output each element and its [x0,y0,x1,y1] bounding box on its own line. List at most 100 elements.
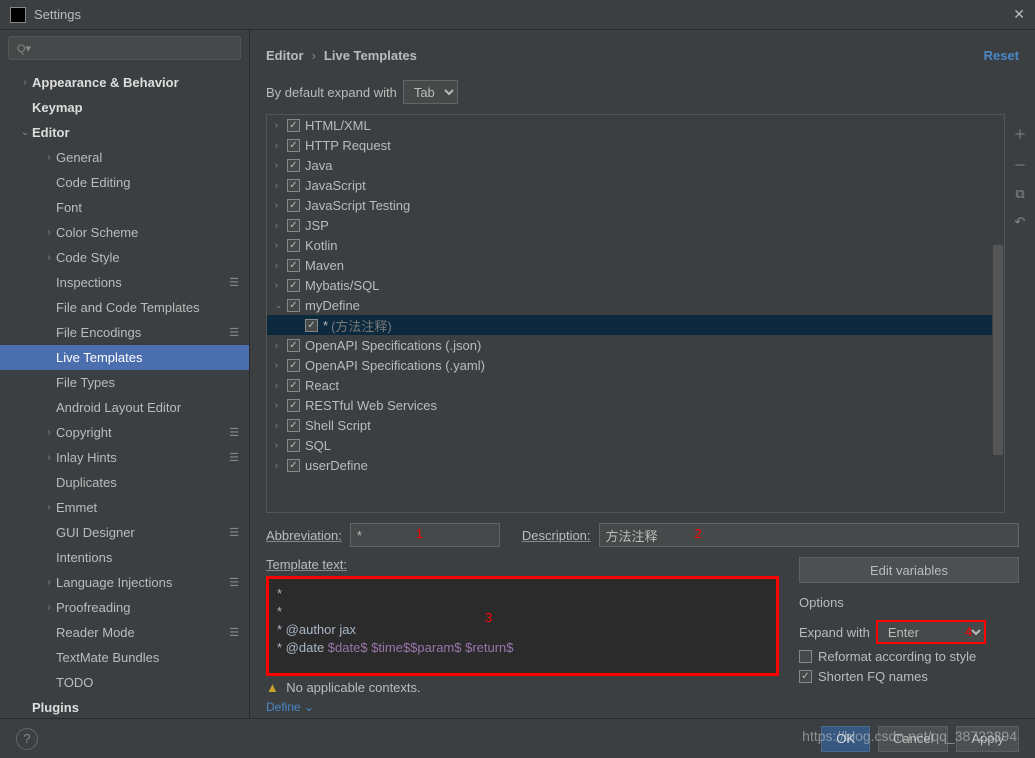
reset-link[interactable]: Reset [984,48,1019,63]
abbreviation-input[interactable] [350,523,500,547]
cancel-button[interactable]: Cancel [878,726,948,752]
template-node[interactable]: ›✓Maven [267,255,1004,275]
edit-variables-button[interactable]: Edit variables [799,557,1019,583]
reformat-checkbox[interactable] [799,650,812,663]
template-checkbox[interactable]: ✓ [287,279,300,292]
expand-with-select[interactable]: Enter [876,620,986,644]
sidebar-item-copyright[interactable]: ›Copyright☰ [0,420,249,445]
template-checkbox[interactable]: ✓ [287,159,300,172]
undo-icon[interactable]: ↶ [1015,214,1026,230]
template-node[interactable]: ›✓JavaScript [267,175,1004,195]
sidebar-item-general[interactable]: ›General [0,145,249,170]
template-checkbox[interactable]: ✓ [287,239,300,252]
code-line: * [277,585,768,603]
template-checkbox[interactable]: ✓ [287,199,300,212]
sidebar-item-todo[interactable]: TODO [0,670,249,695]
template-node[interactable]: ›✓HTTP Request [267,135,1004,155]
shorten-fq-checkbox[interactable]: ✓ [799,670,812,683]
add-icon[interactable]: ＋ [1013,124,1026,143]
sidebar-item-label: Code Editing [56,175,130,190]
sidebar-item-file-encodings[interactable]: File Encodings☰ [0,320,249,345]
template-label: JavaScript Testing [305,198,410,213]
sidebar-item-label: File and Code Templates [56,300,200,315]
chevron-icon: › [42,427,56,438]
sidebar-item-label: Plugins [32,700,79,715]
template-label: OpenAPI Specifications (.yaml) [305,358,485,373]
template-node[interactable]: ›✓RESTful Web Services [267,395,1004,415]
template-checkbox[interactable]: ✓ [287,399,300,412]
sidebar-item-gui-designer[interactable]: GUI Designer☰ [0,520,249,545]
template-node[interactable]: ›✓HTML/XML [267,115,1004,135]
template-checkbox[interactable]: ✓ [287,459,300,472]
sidebar-item-plugins[interactable]: Plugins [0,695,249,718]
description-input[interactable] [599,523,1019,547]
template-checkbox[interactable]: ✓ [287,379,300,392]
template-node[interactable]: ›✓Shell Script [267,415,1004,435]
sidebar-item-label: Keymap [32,100,83,115]
template-node[interactable]: ✓*(方法注释) [267,315,1004,335]
settings-tree: ›Appearance & Behavior Keymap ⌄Editor›Gene… [0,66,249,718]
template-node[interactable]: ›✓Mybatis/SQL [267,275,1004,295]
sidebar-item-intentions[interactable]: Intentions [0,545,249,570]
ok-button[interactable]: OK [821,726,870,752]
sidebar-item-code-style[interactable]: ›Code Style [0,245,249,270]
copy-icon[interactable]: ⧉ [1015,186,1024,202]
template-node[interactable]: ›✓React [267,375,1004,395]
template-checkbox[interactable]: ✓ [287,259,300,272]
template-node[interactable]: ›✓SQL [267,435,1004,455]
warning-icon: ▲ [266,680,279,695]
sidebar-item-emmet[interactable]: ›Emmet [0,495,249,520]
sidebar-item-appearance-behavior[interactable]: ›Appearance & Behavior [0,70,249,95]
scrollbar[interactable] [992,115,1004,512]
default-expand-select[interactable]: Tab [403,80,458,104]
template-label: Mybatis/SQL [305,278,379,293]
close-icon[interactable]: ✕ [1013,6,1025,23]
sidebar-item-file-types[interactable]: File Types [0,370,249,395]
sidebar-item-duplicates[interactable]: Duplicates [0,470,249,495]
search-input[interactable]: Q▾ [8,36,241,60]
sidebar-item-inlay-hints[interactable]: ›Inlay Hints☰ [0,445,249,470]
sidebar-item-language-injections[interactable]: ›Language Injections☰ [0,570,249,595]
template-node[interactable]: ›✓userDefine [267,455,1004,475]
template-node[interactable]: ›✓OpenAPI Specifications (.yaml) [267,355,1004,375]
apply-button[interactable]: Apply [956,726,1019,752]
sidebar-item-live-templates[interactable]: Live Templates [0,345,249,370]
sidebar-item-reader-mode[interactable]: Reader Mode☰ [0,620,249,645]
template-checkbox[interactable]: ✓ [287,139,300,152]
sidebar-item-android-layout-editor[interactable]: Android Layout Editor [0,395,249,420]
template-checkbox[interactable]: ✓ [287,339,300,352]
sidebar-item-label: Font [56,200,82,215]
template-checkbox[interactable]: ✓ [287,179,300,192]
sidebar-item-code-editing[interactable]: Code Editing [0,170,249,195]
sidebar-item-inspections[interactable]: Inspections☰ [0,270,249,295]
define-context-link[interactable]: Define ⌄ [266,700,314,714]
sidebar-item-keymap[interactable]: Keymap [0,95,249,120]
sidebar-item-proofreading[interactable]: ›Proofreading [0,595,249,620]
breadcrumb-editor[interactable]: Editor [266,48,304,63]
template-checkbox[interactable]: ✓ [287,419,300,432]
sidebar-item-editor[interactable]: ⌄Editor [0,120,249,145]
toolbar-icons: ＋ － ⧉ ↶ [1005,114,1035,513]
template-node[interactable]: ›✓JSP [267,215,1004,235]
template-node[interactable]: ›✓OpenAPI Specifications (.json) [267,335,1004,355]
sidebar-item-file-and-code-templates[interactable]: File and Code Templates [0,295,249,320]
template-node[interactable]: ›✓Kotlin [267,235,1004,255]
sidebar-item-textmate-bundles[interactable]: TextMate Bundles [0,645,249,670]
template-label: myDefine [305,298,360,313]
remove-icon[interactable]: － [1013,155,1026,174]
template-node[interactable]: ›✓Java [267,155,1004,175]
sidebar-item-font[interactable]: Font [0,195,249,220]
template-checkbox[interactable]: ✓ [287,119,300,132]
chevron-icon: › [42,452,56,463]
template-node[interactable]: ⌄✓myDefine [267,295,1004,315]
template-checkbox[interactable]: ✓ [305,319,318,332]
help-icon[interactable]: ? [16,728,38,750]
template-checkbox[interactable]: ✓ [287,299,300,312]
template-group-list[interactable]: ›✓HTML/XML›✓HTTP Request›✓Java›✓JavaScri… [266,114,1005,513]
template-checkbox[interactable]: ✓ [287,439,300,452]
sidebar-item-color-scheme[interactable]: ›Color Scheme [0,220,249,245]
template-checkbox[interactable]: ✓ [287,219,300,232]
template-node[interactable]: ›✓JavaScript Testing [267,195,1004,215]
template-text-editor[interactable]: * * * @author jax * @date $date$ $time$$… [266,576,779,676]
template-checkbox[interactable]: ✓ [287,359,300,372]
